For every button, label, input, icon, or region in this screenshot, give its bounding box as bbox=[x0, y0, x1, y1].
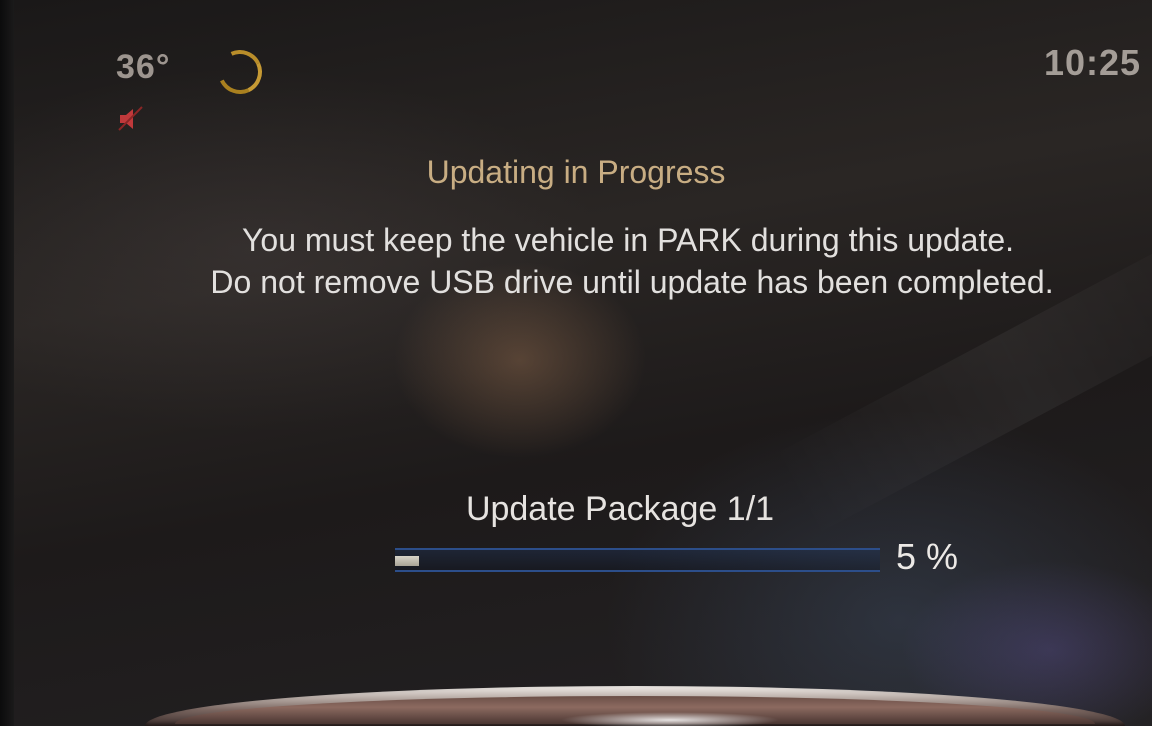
progress-fill bbox=[395, 556, 419, 566]
screen-bezel bbox=[0, 0, 14, 740]
outside-temperature: 36° bbox=[116, 48, 171, 86]
photo-border bbox=[0, 726, 1152, 740]
infotainment-screen: 36° 10:25 Updating in Progress You must … bbox=[0, 0, 1152, 740]
loading-spinner-icon bbox=[211, 43, 269, 101]
update-message-line2: Do not remove USB drive until update has… bbox=[210, 264, 1054, 300]
clock: 10:25 bbox=[1044, 42, 1142, 83]
update-title: Updating in Progress bbox=[426, 154, 726, 190]
update-message-line1: You must keep the vehicle in PARK during… bbox=[241, 222, 1015, 258]
mute-icon bbox=[118, 106, 143, 131]
update-progress-bar bbox=[395, 548, 880, 572]
package-label: Update Package 1/1 bbox=[465, 490, 775, 528]
screen-glare bbox=[769, 213, 1152, 537]
progress-percent: 5 % bbox=[896, 536, 959, 577]
